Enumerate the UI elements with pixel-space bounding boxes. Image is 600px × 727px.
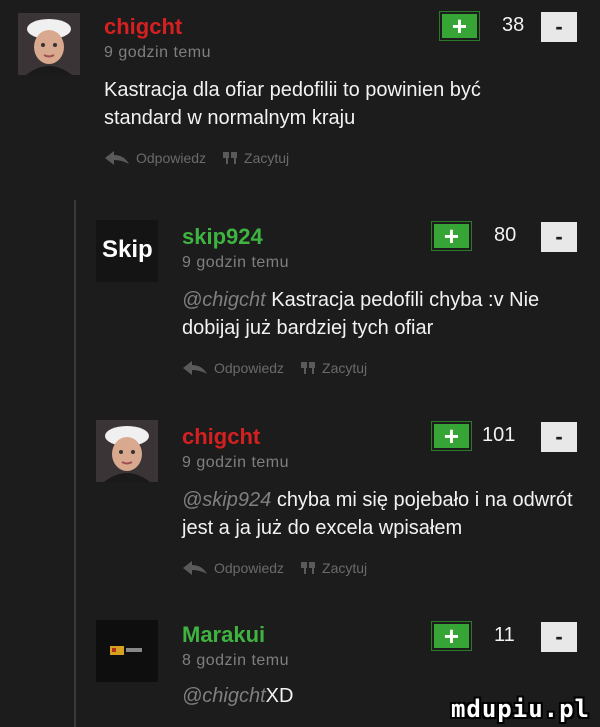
plus-icon: + [443, 221, 460, 251]
reply-link[interactable]: Odpowiedz [214, 560, 284, 576]
vote-count: 80 [494, 224, 517, 246]
quote-link[interactable]: Zacytuj [244, 150, 289, 166]
username[interactable]: chigcht [104, 14, 182, 40]
timestamp: 9 godzin temu [182, 254, 290, 271]
comment-text: Kastracja dla ofiar pedofilii to powinie… [104, 79, 481, 129]
quote-link[interactable]: Zacytuj [322, 560, 367, 576]
upvote-button[interactable]: + [431, 421, 472, 451]
avatar[interactable] [96, 420, 158, 482]
quote-link[interactable]: Zacytuj [322, 360, 367, 376]
avatar[interactable]: Skip [96, 220, 158, 282]
mention-link[interactable]: @skip924 [182, 489, 271, 511]
minus-icon: - [555, 14, 563, 39]
avatar[interactable] [18, 13, 80, 75]
username[interactable]: Marakui [182, 622, 265, 648]
username[interactable]: chigcht [182, 424, 260, 450]
downvote-button[interactable]: - [541, 222, 577, 252]
timestamp: 9 godzin temu [104, 44, 212, 61]
avatar-text: Skip [102, 236, 153, 263]
quote-icon [222, 150, 238, 166]
downvote-button[interactable]: - [541, 422, 577, 452]
downvote-button[interactable]: - [541, 12, 577, 42]
plus-icon: + [451, 11, 468, 41]
reply-arrow-icon [182, 560, 208, 576]
minus-icon: - [555, 624, 563, 649]
comment-actions: Odpowiedz Zacytuj [182, 560, 383, 576]
comment-text: @chigchtXD [182, 685, 294, 707]
comment: Skip skip924 9 godzin temu + 80 - @chigc… [0, 210, 600, 400]
reply-link[interactable]: Odpowiedz [136, 150, 206, 166]
mention-link[interactable]: @chigcht [182, 289, 266, 311]
comment: chigcht 9 godzin temu + 38 - Kastracja d… [0, 0, 600, 200]
portrait-icon [18, 13, 80, 75]
quote-icon [300, 560, 316, 576]
reply-arrow-icon [104, 150, 130, 166]
vote-count: 11 [494, 624, 515, 646]
portrait-icon [96, 420, 158, 482]
comment-text: @skip924 chyba mi się pojebało i na odwr… [182, 489, 573, 539]
mention-link[interactable]: @chigcht [182, 685, 266, 707]
upvote-button[interactable]: + [439, 11, 480, 41]
reply-link[interactable]: Odpowiedz [214, 360, 284, 376]
comment: chigcht 9 godzin temu + 101 - @skip924 c… [0, 410, 600, 610]
watermark: mdupiu.pl [450, 695, 590, 723]
timestamp: 8 godzin temu [182, 652, 290, 669]
minus-icon: - [555, 424, 563, 449]
plus-icon: + [443, 421, 460, 451]
upvote-button[interactable]: + [431, 221, 472, 251]
comment-actions: Odpowiedz Zacytuj [104, 150, 305, 166]
vote-count: 38 [502, 14, 525, 36]
comment-text: @chigcht Kastracja pedofili chyba :v Nie… [182, 289, 540, 339]
plus-icon: + [443, 621, 460, 651]
username[interactable]: skip924 [182, 224, 263, 250]
avatar[interactable] [96, 620, 158, 682]
vote-count: 101 [482, 424, 516, 446]
reply-arrow-icon [182, 360, 208, 376]
quote-icon [300, 360, 316, 376]
upvote-button[interactable]: + [431, 621, 472, 651]
downvote-button[interactable]: - [541, 622, 577, 652]
minus-icon: - [555, 224, 563, 249]
comment-actions: Odpowiedz Zacytuj [182, 360, 383, 376]
timestamp: 9 godzin temu [182, 454, 290, 471]
logo-icon [96, 620, 158, 682]
